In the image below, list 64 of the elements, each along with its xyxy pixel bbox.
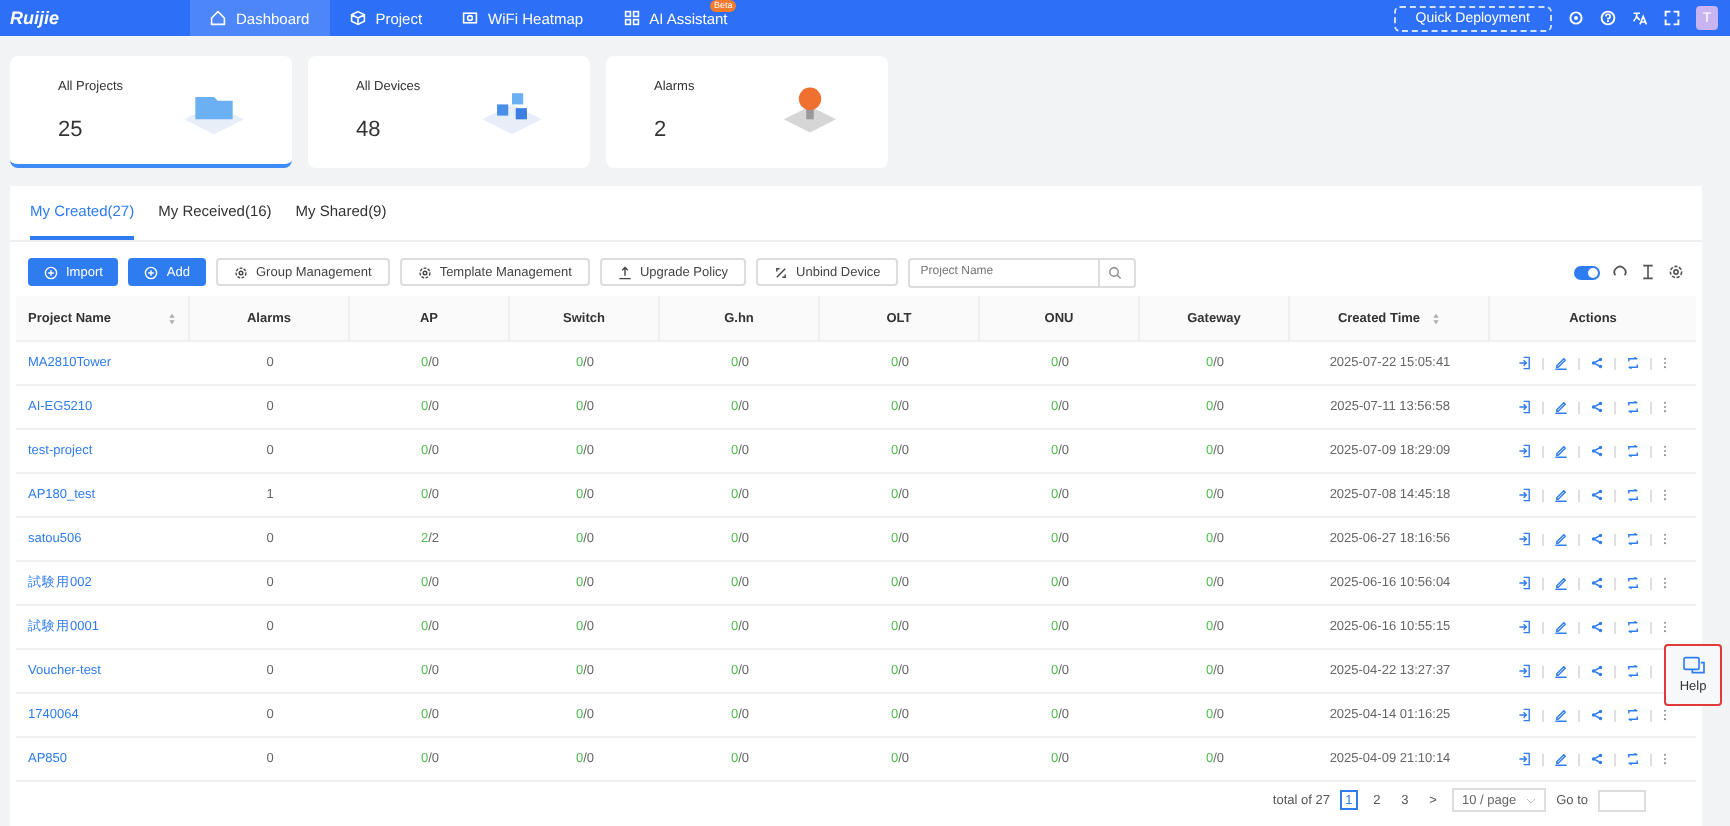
enter-icon[interactable] (1518, 356, 1532, 370)
transfer-icon[interactable] (1626, 620, 1640, 634)
stat-value: 25 (58, 117, 85, 141)
enter-icon[interactable] (1518, 708, 1532, 722)
share-icon[interactable] (1590, 400, 1604, 414)
transfer-icon[interactable] (1626, 576, 1640, 590)
fullscreen-icon[interactable] (1664, 10, 1680, 26)
cube-icon (349, 10, 366, 26)
edit-icon[interactable] (1554, 708, 1568, 722)
page-number-field[interactable] (1598, 789, 1646, 811)
share-icon[interactable] (1590, 752, 1604, 766)
home-icon (210, 10, 226, 26)
picture-icon (462, 10, 479, 26)
edit-icon[interactable] (1554, 620, 1568, 634)
row-height-icon[interactable] (1640, 264, 1656, 280)
edit-icon[interactable] (1554, 444, 1568, 458)
share-icon[interactable] (1590, 444, 1604, 458)
transfer-icon[interactable] (1626, 752, 1640, 766)
help-icon[interactable] (1600, 10, 1616, 26)
enter-icon[interactable] (1518, 664, 1532, 678)
chevron-down-icon (1526, 797, 1537, 803)
transfer-icon[interactable] (1626, 400, 1640, 414)
enter-icon[interactable] (1518, 400, 1532, 414)
share-icon[interactable] (1590, 576, 1604, 590)
enter-icon[interactable] (1518, 752, 1532, 766)
edit-icon[interactable] (1554, 664, 1568, 678)
share-icon[interactable] (1590, 356, 1604, 370)
transfer-icon[interactable] (1626, 532, 1640, 546)
logo: Ruijie (8, 8, 62, 28)
share-icon[interactable] (1590, 532, 1604, 546)
stat-value: 48 (356, 117, 383, 141)
edit-icon[interactable] (1554, 488, 1568, 502)
edit-icon[interactable] (1554, 532, 1568, 546)
gear-icon (417, 265, 432, 279)
grid-icon (623, 10, 640, 26)
share-icon[interactable] (1590, 488, 1604, 502)
edit-icon[interactable] (1554, 752, 1568, 766)
share-icon[interactable] (1590, 620, 1604, 634)
transfer-icon[interactable] (1626, 356, 1640, 370)
enter-icon[interactable] (1518, 576, 1532, 590)
plus-circle-icon (144, 265, 159, 279)
share-icon[interactable] (1590, 708, 1604, 722)
upload-icon (617, 265, 632, 279)
search-icon[interactable] (1107, 265, 1122, 279)
transfer-icon[interactable] (1626, 664, 1640, 678)
gear-icon (234, 265, 248, 279)
transfer-icon[interactable] (1626, 488, 1640, 502)
stat-value: 2 (654, 117, 669, 141)
edit-icon[interactable] (1554, 576, 1568, 590)
edit-icon[interactable] (1554, 400, 1568, 414)
plus-circle-icon (44, 265, 58, 279)
enter-icon[interactable] (1518, 532, 1532, 546)
translate-icon[interactable] (1632, 10, 1648, 26)
edit-icon[interactable] (1554, 356, 1568, 370)
transfer-icon[interactable] (1626, 444, 1640, 458)
enter-icon[interactable] (1518, 620, 1532, 634)
refresh-icon[interactable] (1612, 264, 1628, 280)
enter-icon[interactable] (1518, 444, 1532, 458)
share-icon[interactable] (1590, 664, 1604, 678)
transfer-icon[interactable] (1626, 708, 1640, 722)
toggle-switch[interactable] (1574, 265, 1600, 279)
sort-icon (1432, 311, 1441, 325)
sort-icon (168, 311, 176, 325)
enter-icon[interactable] (1518, 488, 1532, 502)
